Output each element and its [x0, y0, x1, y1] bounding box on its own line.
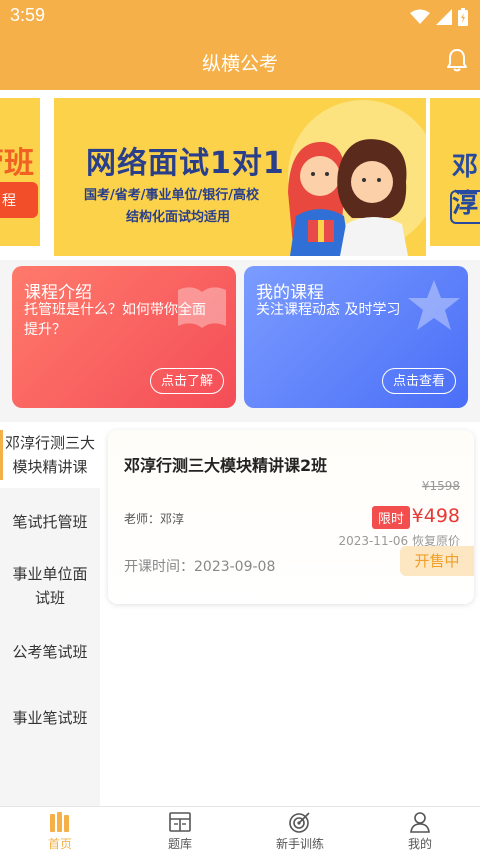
banner-peek-right-box: [450, 190, 480, 224]
banner-slide[interactable]: 网络面试1对1 国考/省考/事业单位/银行/高校 结构化面试均适用: [54, 98, 426, 256]
target-icon: [289, 812, 310, 833]
bottom-tab-bar: 首页 题库 新手训练 我的: [0, 806, 480, 854]
banner-peek-left-button: 程: [0, 182, 38, 218]
sale-status-badge: 开售中: [400, 546, 474, 576]
tab-question-bank[interactable]: 题库: [120, 807, 240, 854]
sidebar-item-label: 笔试托管班: [12, 513, 88, 531]
tab-profile[interactable]: 我的: [360, 807, 480, 854]
sidebar-item-label: 事业单位面试班: [12, 565, 88, 607]
course-title: 邓淳行测三大模块精讲课2班: [124, 456, 328, 475]
course-start-time: 开课时间：2023-09-08: [124, 559, 276, 575]
home-books-icon: [50, 812, 69, 832]
sidebar-item-written-tutoring[interactable]: 笔试托管班: [0, 510, 100, 534]
user-icon: [410, 812, 430, 833]
card-description: 托管班是什么？如何带你全面提升？: [24, 302, 206, 338]
sidebar-item-label: 事业笔试班: [12, 709, 88, 727]
original-price: ¥1598: [421, 479, 460, 493]
banner-peek-right[interactable]: 邓淳: [430, 98, 480, 246]
signal-icon: [436, 9, 452, 25]
tab-beginner-training[interactable]: 新手训练: [240, 807, 360, 854]
banner-subtitle-1: 国考/省考/事业单位/银行/高校: [84, 188, 259, 203]
my-courses-card[interactable]: 我的课程 关注课程动态 及时学习 点击查看: [244, 266, 468, 408]
course-card[interactable]: 邓淳行测三大模块精讲课2班 ¥1598 老师：邓淳 限时 ¥498 2023-1…: [108, 430, 474, 604]
learn-more-button[interactable]: 点击了解: [149, 368, 224, 394]
sidebar-item-civil-written[interactable]: 公考笔试班: [0, 640, 100, 664]
banner-carousel[interactable]: 管班 程 网络面试1对1 国考/省考/事业单位/银行/高校 结构化面试均适用 邓…: [0, 90, 480, 260]
tab-label: 新手训练: [275, 837, 324, 851]
status-bar: 3:59: [0, 0, 480, 34]
notification-button[interactable]: [446, 48, 468, 76]
wifi-icon: [410, 9, 430, 24]
tab-label: 我的: [407, 837, 432, 851]
banner-peek-left[interactable]: 管班 程: [0, 98, 40, 246]
status-icons: [410, 8, 468, 26]
card-description: 关注课程动态 及时学习: [256, 302, 401, 318]
status-time: 3:59: [10, 5, 46, 25]
view-button[interactable]: 点击查看: [381, 368, 456, 394]
tab-label: 首页: [47, 837, 72, 851]
app-header: 纵横公考: [0, 34, 480, 90]
banner-headline: 网络面试1对1: [86, 146, 285, 181]
sidebar-item-label: 邓淳行测三大模块精讲课: [4, 434, 95, 476]
course-intro-card[interactable]: 课程介绍 托管班是什么？如何带你全面提升？ 点击了解: [12, 266, 236, 408]
question-bank-icon: [169, 812, 191, 832]
course-list: 邓淳行测三大模块精讲课2班 ¥1598 老师：邓淳 限时 ¥498 2023-1…: [100, 422, 480, 806]
sidebar-item-label: 公考笔试班: [12, 643, 88, 661]
course-teacher: 老师：邓淳: [124, 512, 185, 526]
battery-icon: [458, 8, 468, 26]
sidebar-item-institution-written[interactable]: 事业笔试班: [0, 706, 100, 730]
tab-label: 题库: [167, 837, 192, 851]
bell-icon: [447, 49, 467, 72]
limited-time-badge: 限时: [371, 506, 410, 529]
page-title: 纵横公考: [201, 53, 278, 75]
banner-peek-left-text: 管班: [0, 146, 34, 181]
sidebar-item-deng-chun-course[interactable]: 邓淳行测三大模块精讲课: [0, 422, 100, 488]
banner-illustration: [288, 139, 408, 256]
category-sidebar: 邓淳行测三大模块精讲课 笔试托管班 事业单位面试班 公考笔试班 事业笔试班: [0, 422, 100, 806]
sale-price: ¥498: [411, 505, 460, 527]
sidebar-item-institution-interview[interactable]: 事业单位面试班: [0, 562, 100, 610]
tab-home[interactable]: 首页: [0, 807, 120, 854]
banner-subtitle-2: 结构化面试均适用: [126, 210, 231, 225]
